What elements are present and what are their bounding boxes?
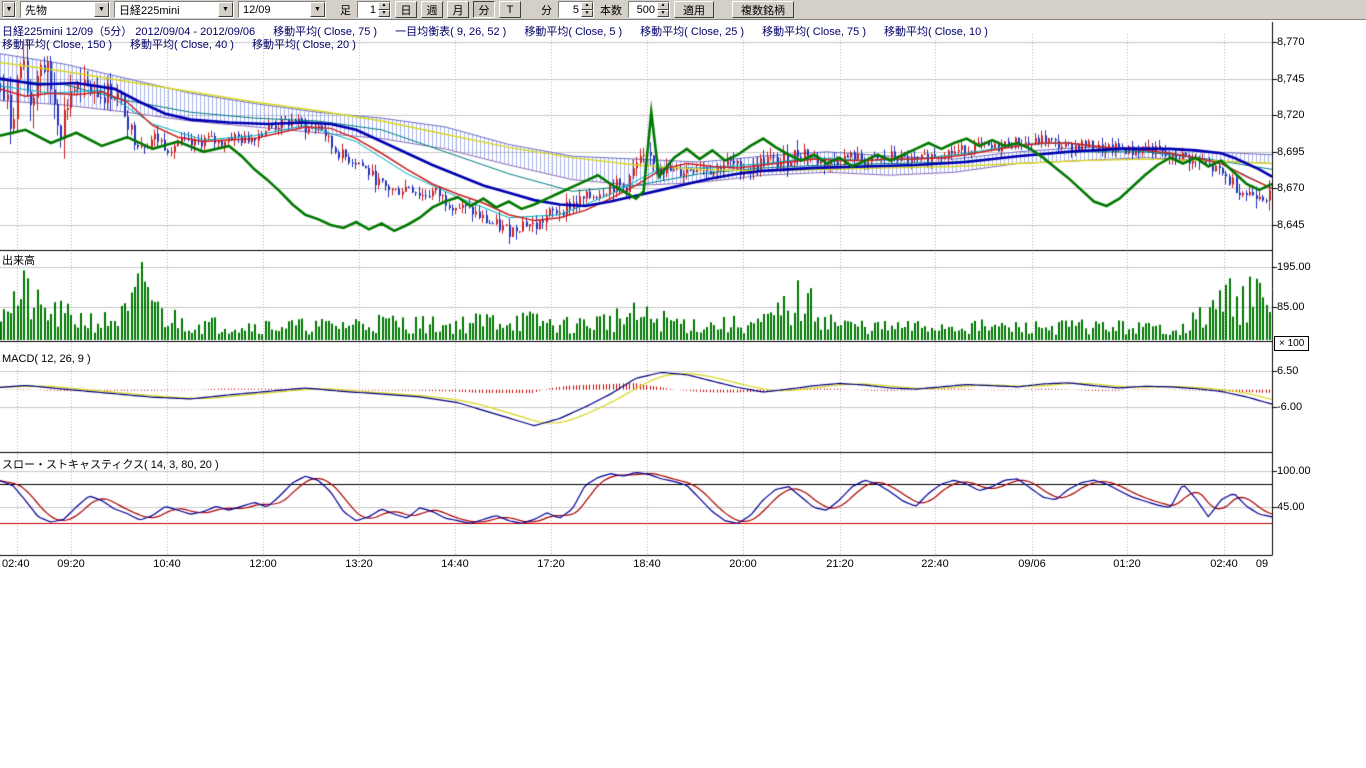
macd-panel-label: MACD( 12, 26, 9 )	[2, 353, 91, 365]
indicator-label: 一目均衡表( 9, 26, 52 )	[395, 26, 506, 38]
bar-interval-input[interactable]	[358, 2, 378, 17]
multi-symbol-button[interactable]: 複数銘柄	[732, 1, 794, 18]
chevron-down-icon: ▼	[94, 2, 109, 17]
y-axis-label: 85.00	[1277, 301, 1305, 313]
x-axis-label: 20:00	[729, 558, 757, 570]
volume-multiplier-badge: × 100	[1274, 336, 1309, 351]
bar-count-label: 本数	[598, 2, 624, 18]
bar-interval-stepper[interactable]: ▲ ▼	[357, 1, 391, 18]
x-axis-label: 02:40	[1210, 558, 1238, 570]
trading-app-window: { "toolbar": { "instrument_type": "先物", …	[0, 0, 1366, 768]
period-week-button[interactable]: 週	[421, 1, 443, 18]
stochastics-panel-label: スロー・ストキャスティクス( 14, 3, 80, 20 )	[2, 456, 219, 472]
price-chart-canvas[interactable]	[0, 20, 1366, 580]
x-axis-label: 09	[1256, 558, 1268, 570]
indicator-label: 移動平均( Close, 10 )	[884, 26, 988, 38]
chevron-down-icon: ▼	[218, 2, 233, 17]
chevron-down-icon: ▼	[3, 2, 15, 17]
x-axis-label: 18:40	[633, 558, 661, 570]
partial-combo[interactable]: ▼	[2, 1, 16, 18]
indicator-label: 移動平均( Close, 5 )	[524, 26, 622, 38]
x-axis-label: 21:20	[826, 558, 854, 570]
y-axis-label: 8,745	[1277, 73, 1305, 85]
indicator-label: 移動平均( Close, 40 )	[130, 39, 234, 51]
period-tick-button[interactable]: T	[499, 1, 521, 18]
bar-count-stepper[interactable]: ▲ ▼	[628, 1, 670, 18]
y-axis-label: 8,720	[1277, 109, 1305, 121]
indicator-label: 移動平均( Close, 150 )	[2, 39, 112, 51]
x-axis-label: 17:20	[537, 558, 565, 570]
y-axis-label: 6.50	[1277, 365, 1298, 377]
spin-up-icon[interactable]: ▲	[378, 2, 390, 10]
contract-month-select[interactable]: 12/09 ▼	[238, 1, 326, 18]
instrument-select[interactable]: 日経225mini ▼	[114, 1, 234, 18]
x-axis-label: 02:40	[2, 558, 30, 570]
instrument-type-value: 先物	[21, 2, 94, 18]
instrument-type-select[interactable]: 先物 ▼	[20, 1, 110, 18]
chevron-down-icon: ▼	[310, 2, 325, 17]
volume-panel-label: 出来高	[2, 252, 35, 268]
spin-up-icon[interactable]: ▲	[657, 2, 669, 10]
x-axis-label: 14:40	[441, 558, 469, 570]
period-month-button[interactable]: 月	[447, 1, 469, 18]
toolbar: ▼ 先物 ▼ 日経225mini ▼ 12/09 ▼ 足 ▲ ▼ 日 週 月 分…	[0, 0, 1366, 20]
minute-stepper[interactable]: ▲ ▼	[558, 1, 594, 18]
period-day-button[interactable]: 日	[395, 1, 417, 18]
bar-label: 足	[338, 2, 353, 18]
x-axis-label: 09:20	[57, 558, 85, 570]
x-axis-label: 10:40	[153, 558, 181, 570]
indicator-label: 移動平均( Close, 20 )	[252, 39, 356, 51]
y-axis-label: 195.00	[1277, 261, 1311, 273]
contract-month-value: 12/09	[239, 4, 310, 16]
minute-input[interactable]	[559, 2, 581, 17]
x-axis-label: 12:00	[249, 558, 277, 570]
spin-down-icon[interactable]: ▼	[581, 10, 593, 18]
x-axis-label: 01:20	[1113, 558, 1141, 570]
period-minute-button[interactable]: 分	[473, 1, 495, 18]
y-axis-label: 8,645	[1277, 219, 1305, 231]
x-axis-label: 09/06	[1018, 558, 1046, 570]
x-axis-label: 13:20	[345, 558, 373, 570]
y-axis-label: 100.00	[1277, 465, 1311, 477]
spin-down-icon[interactable]: ▼	[378, 10, 390, 18]
indicator-label: 移動平均( Close, 75 )	[762, 26, 866, 38]
indicator-label: 移動平均( Close, 25 )	[640, 26, 744, 38]
minute-label: 分	[539, 2, 554, 18]
y-axis-label: 8,695	[1277, 146, 1305, 158]
y-axis-label: -6.00	[1277, 401, 1302, 413]
x-axis-label: 22:40	[921, 558, 949, 570]
chart-header: 日経225mini 12/09（5分） 2012/09/04 - 2012/09…	[2, 23, 1006, 49]
instrument-value: 日経225mini	[115, 2, 218, 18]
y-axis-label: 45.00	[1277, 501, 1305, 513]
bar-count-input[interactable]	[629, 2, 657, 17]
y-axis-label: 8,670	[1277, 182, 1305, 194]
y-axis-label: 8,770	[1277, 36, 1305, 48]
spin-up-icon[interactable]: ▲	[581, 2, 593, 10]
indicator-header-row-1: 日経225mini 12/09（5分） 2012/09/04 - 2012/09…	[2, 23, 1006, 36]
spin-down-icon[interactable]: ▼	[657, 10, 669, 18]
apply-button[interactable]: 適用	[674, 1, 714, 18]
